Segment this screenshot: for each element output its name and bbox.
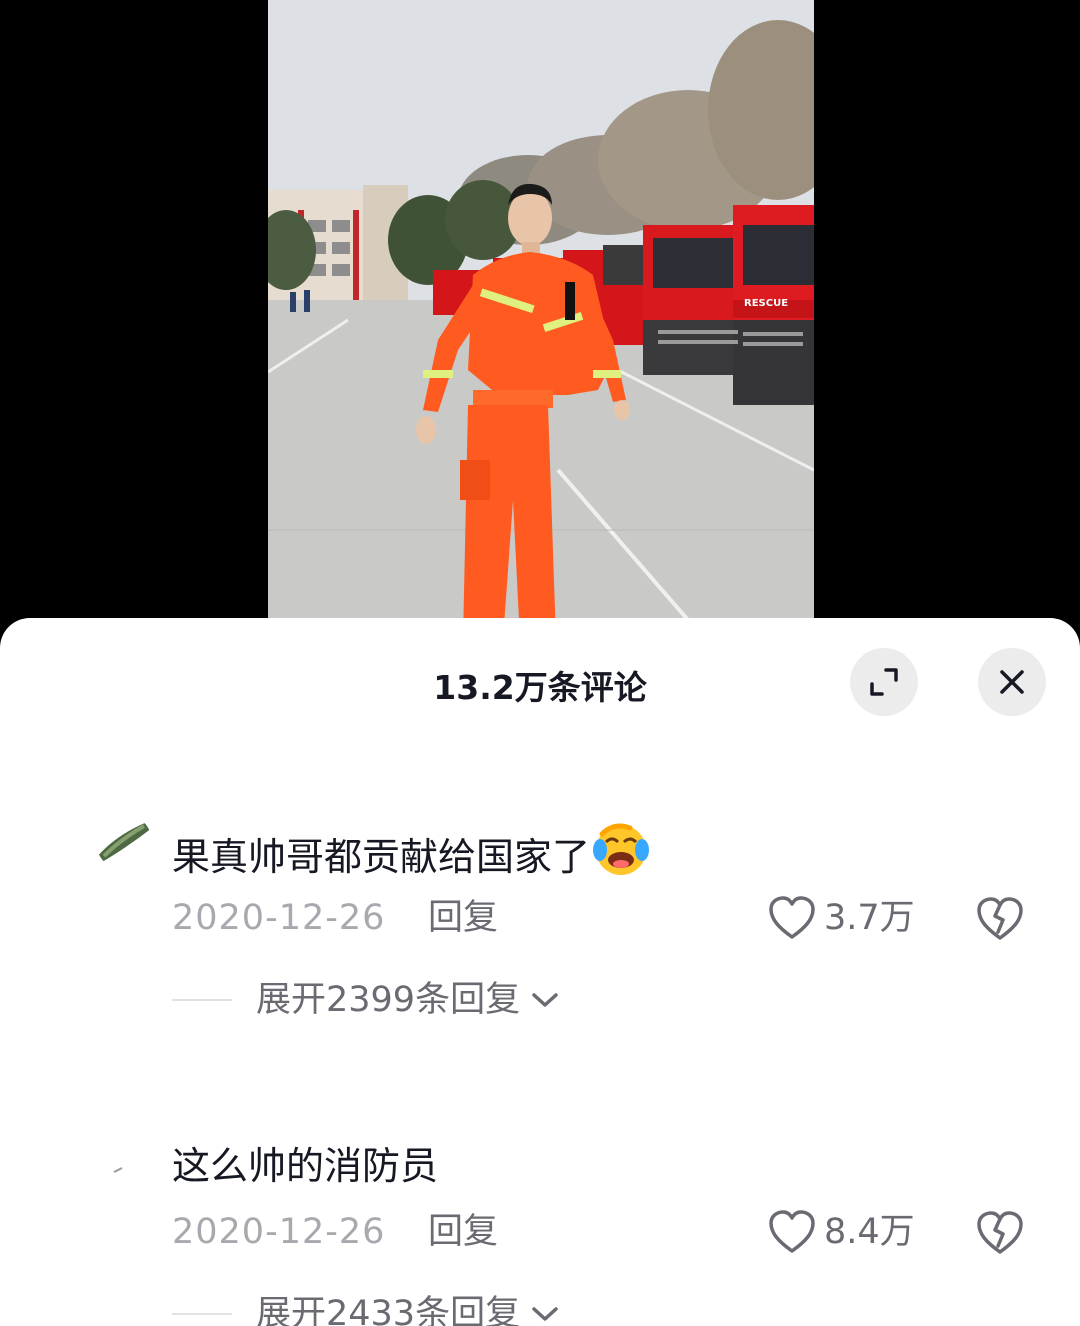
broken-heart-icon <box>977 897 1023 940</box>
divider-line <box>172 999 232 1001</box>
avatar[interactable] <box>96 1138 152 1194</box>
avatar-image <box>96 814 152 870</box>
dislike-button[interactable] <box>976 1210 1024 1260</box>
comment-date: 2020-12-26 <box>172 1212 386 1252</box>
close-icon <box>1000 670 1024 694</box>
chevron-down-icon <box>532 993 558 1007</box>
comment-date: 2020-12-26 <box>172 898 386 938</box>
expand-replies-button[interactable]: 展开2433条回复 <box>172 1290 560 1326</box>
reply-button[interactable]: 回复 <box>428 894 498 942</box>
like-button[interactable]: 3.7万 <box>768 894 915 942</box>
chevron-down-icon <box>532 1307 558 1321</box>
expand-replies-button[interactable]: 展开2399条回复 <box>172 976 560 1024</box>
expand-button[interactable] <box>850 648 918 716</box>
broken-heart-icon <box>977 1211 1023 1254</box>
douyin-comment-screen: RESCUE 13.2万条评论 果真帅哥都贡献给国家了 2020-12-26 回… <box>0 0 1080 1326</box>
close-button[interactable] <box>978 648 1046 716</box>
like-count: 3.7万 <box>824 898 915 938</box>
comment-text: 这么帅的消防员 <box>172 1144 439 1188</box>
truck-badge: RESCUE <box>744 298 788 309</box>
laughing-crying-emoji-icon <box>593 823 650 875</box>
like-button[interactable]: 8.4万 <box>768 1208 915 1256</box>
like-count: 8.4万 <box>824 1212 915 1252</box>
video-frame-image: RESCUE <box>268 0 814 640</box>
dislike-button[interactable] <box>976 896 1024 946</box>
comment-count-title: 13.2万条评论 <box>433 668 647 707</box>
avatar[interactable] <box>96 814 152 870</box>
heart-icon <box>769 896 815 939</box>
expand-icon <box>870 668 898 696</box>
video-player[interactable]: RESCUE <box>268 0 814 640</box>
avatar-image <box>96 1138 152 1194</box>
comment-text: 果真帅哥都贡献给国家了 <box>172 820 650 885</box>
heart-icon <box>769 1210 815 1253</box>
expand-replies-text: 展开2433条回复 <box>256 1294 521 1326</box>
expand-replies-text: 展开2399条回复 <box>256 980 521 1020</box>
reply-button[interactable]: 回复 <box>428 1208 498 1256</box>
comment-sheet: 13.2万条评论 果真帅哥都贡献给国家了 2020-12-26 回复 3.7万 … <box>0 618 1080 1326</box>
divider-line <box>172 1313 232 1315</box>
